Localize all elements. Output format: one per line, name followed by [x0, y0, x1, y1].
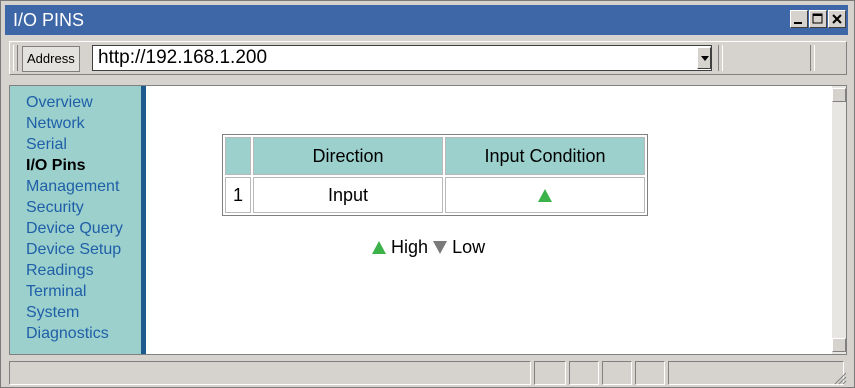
sidebar-item-diagnostics[interactable]: Diagnostics: [10, 323, 141, 344]
toolbar-separator: [718, 45, 723, 71]
sidebar-item-io-pins[interactable]: I/O Pins: [10, 155, 141, 176]
title-bar[interactable]: I/O PINS: [5, 5, 848, 35]
pin-number-cell: 1: [225, 177, 251, 213]
high-triangle-icon: [372, 240, 386, 254]
minimize-button[interactable]: [790, 10, 808, 28]
state-legend: High Low: [372, 236, 485, 258]
maximize-button[interactable]: [809, 10, 827, 28]
sidebar-item-device-query[interactable]: Device Query: [10, 218, 141, 239]
browser-window: I/O PINS Address http://192.168.1.200 Ov…: [0, 0, 855, 388]
table-row: 1 Input: [225, 177, 645, 213]
column-header-input-condition: Input Condition: [445, 137, 645, 175]
legend-high-label: High: [391, 236, 429, 257]
toolbar-separator: [810, 45, 815, 71]
io-pins-table: Direction Input Condition 1 Input: [222, 134, 648, 216]
status-bar: [9, 361, 847, 385]
low-triangle-icon: [433, 240, 448, 254]
maximize-icon: [812, 13, 823, 24]
chevron-down-icon: [701, 56, 709, 61]
sidebar-item-system[interactable]: System: [10, 302, 141, 323]
column-header-direction: Direction: [253, 137, 443, 175]
sidebar-item-device-setup[interactable]: Device Setup: [10, 239, 141, 260]
status-panel-zone: [668, 361, 844, 385]
close-icon: [832, 14, 842, 24]
address-label: Address: [22, 46, 80, 72]
status-panel: [635, 361, 665, 385]
window-controls: [790, 10, 846, 28]
address-input[interactable]: http://192.168.1.200: [92, 45, 712, 71]
high-indicator-icon: [538, 189, 552, 203]
sidebar-item-network[interactable]: Network: [10, 113, 141, 134]
sidebar-item-readings[interactable]: Readings: [10, 260, 141, 281]
status-panel: [569, 361, 599, 385]
close-button[interactable]: [828, 10, 846, 28]
table-header-row: Direction Input Condition: [225, 137, 645, 175]
status-panel: [534, 361, 566, 385]
status-panel-main: [9, 361, 531, 385]
address-bar: Address http://192.168.1.200: [9, 41, 847, 75]
resize-grip-icon[interactable]: [831, 369, 847, 385]
scroll-down-button[interactable]: [832, 338, 846, 352]
sidebar-item-management[interactable]: Management: [10, 176, 141, 197]
column-header-number: [225, 137, 251, 175]
sidebar-item-terminal[interactable]: Terminal: [10, 281, 141, 302]
pin-condition-cell: [445, 177, 645, 213]
sidebar-item-overview[interactable]: Overview: [10, 92, 141, 113]
vertical-scrollbar[interactable]: [832, 86, 846, 354]
minimize-icon: [794, 22, 802, 24]
sidebar-item-serial[interactable]: Serial: [10, 134, 141, 155]
sidebar-item-security[interactable]: Security: [10, 197, 141, 218]
status-panel: [602, 361, 632, 385]
pin-direction-cell: Input: [253, 177, 443, 213]
content-area: Overview Network Serial I/O Pins Managem…: [9, 85, 847, 355]
window-title: I/O PINS: [13, 10, 85, 30]
scroll-up-button[interactable]: [832, 88, 846, 102]
sidebar-nav: Overview Network Serial I/O Pins Managem…: [10, 86, 146, 354]
address-dropdown-button[interactable]: [697, 47, 711, 69]
toolbar-grip[interactable]: [13, 45, 18, 71]
legend-low-label: Low: [452, 236, 486, 257]
